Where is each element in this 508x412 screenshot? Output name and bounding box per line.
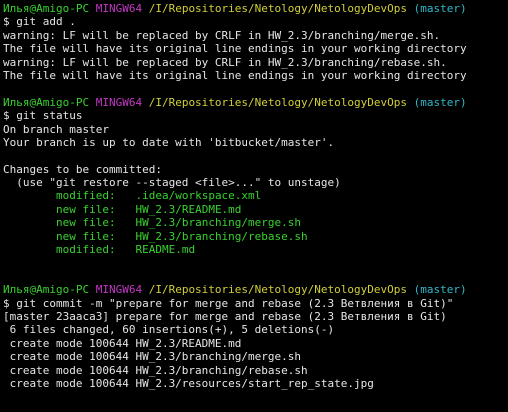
staged-change: modified: README.md <box>3 243 508 256</box>
output-line: The file will have its original line end… <box>3 68 467 82</box>
output-line: On branch master <box>3 122 109 136</box>
prompt-branch: (master) <box>413 95 467 109</box>
command-line: $ git commit -m "prepare for merge and r… <box>3 297 508 310</box>
staged-change: new file: HW_2.3/branching/merge.sh <box>3 216 508 229</box>
prompt-line: Илья@Amigo-PC MINGW64 /I/Repositories/Ne… <box>3 2 508 15</box>
prompt-shell: MINGW64 <box>95 95 143 109</box>
command-text: git commit -m "prepare for merge and reb… <box>16 296 454 310</box>
staged-change: new file: HW_2.3/branching/rebase.sh <box>3 230 508 243</box>
change-kind: new file: <box>55 216 116 230</box>
change-kind: modified: <box>55 189 116 203</box>
change-file: HW_2.3/README.md <box>135 202 242 216</box>
prompt-symbol: $ <box>3 109 10 123</box>
change-file: README.md <box>135 243 196 257</box>
prompt-user-host: Илья@Amigo-PC <box>3 283 90 297</box>
output-line: create mode 100644 HW_2.3/branching/reba… <box>3 363 308 377</box>
output-line: Changes to be committed: <box>3 162 162 176</box>
change-file: .idea/workspace.xml <box>135 189 262 203</box>
change-kind: modified: <box>55 243 116 257</box>
prompt-line: Илья@Amigo-PC MINGW64 /I/Repositories/Ne… <box>3 283 508 296</box>
output-line: Your branch is up to date with 'bitbucke… <box>3 135 335 149</box>
staged-change: modified: .idea/workspace.xml <box>3 189 508 202</box>
output-line: [master 23aaca3] prepare for merge and r… <box>3 309 447 323</box>
prompt-user-host: Илья@Amigo-PC <box>3 95 90 109</box>
prompt-symbol: $ <box>3 15 10 29</box>
output-line: create mode 100644 HW_2.3/resources/star… <box>3 376 374 390</box>
staged-change: new file: HW_2.3/README.md <box>3 203 508 216</box>
change-file: HW_2.3/branching/merge.sh <box>135 216 302 230</box>
command-line: $ git status <box>3 109 508 122</box>
output-line: 6 files changed, 60 insertions(+), 5 del… <box>3 323 335 337</box>
prompt-user-host: Илья@Amigo-PC <box>3 2 90 15</box>
terminal-window[interactable]: Илья@Amigo-PC MINGW64 /I/Repositories/Ne… <box>0 0 508 412</box>
change-file: HW_2.3/branching/rebase.sh <box>135 229 308 243</box>
prompt-symbol: $ <box>3 296 10 310</box>
output-line: (use "git restore --staged <file>..." to… <box>3 176 341 190</box>
command-line: $ git add . <box>3 15 508 28</box>
prompt-shell: MINGW64 <box>95 2 143 15</box>
prompt-line: Илья@Amigo-PC MINGW64 /I/Repositories/Ne… <box>3 96 508 109</box>
prompt-path: /I/Repositories/Netology/NetologyDevOps <box>148 283 407 297</box>
prompt-branch: (master) <box>413 283 467 297</box>
output-line: warning: LF will be replaced by CRLF in … <box>3 28 441 42</box>
change-kind: new file: <box>55 202 116 216</box>
output-line: warning: LF will be replaced by CRLF in … <box>3 55 447 69</box>
prompt-path: /I/Repositories/Netology/NetologyDevOps <box>148 95 407 109</box>
prompt-branch: (master) <box>413 2 467 15</box>
command-text: git add . <box>16 15 76 29</box>
prompt-path: /I/Repositories/Netology/NetologyDevOps <box>148 2 407 15</box>
output-line: create mode 100644 HW_2.3/branching/merg… <box>3 350 302 364</box>
prompt-shell: MINGW64 <box>95 283 143 297</box>
output-line: The file will have its original line end… <box>3 42 467 56</box>
command-text: git status <box>16 109 83 123</box>
change-kind: new file: <box>55 229 116 243</box>
output-line: create mode 100644 HW_2.3/README.md <box>3 336 242 350</box>
